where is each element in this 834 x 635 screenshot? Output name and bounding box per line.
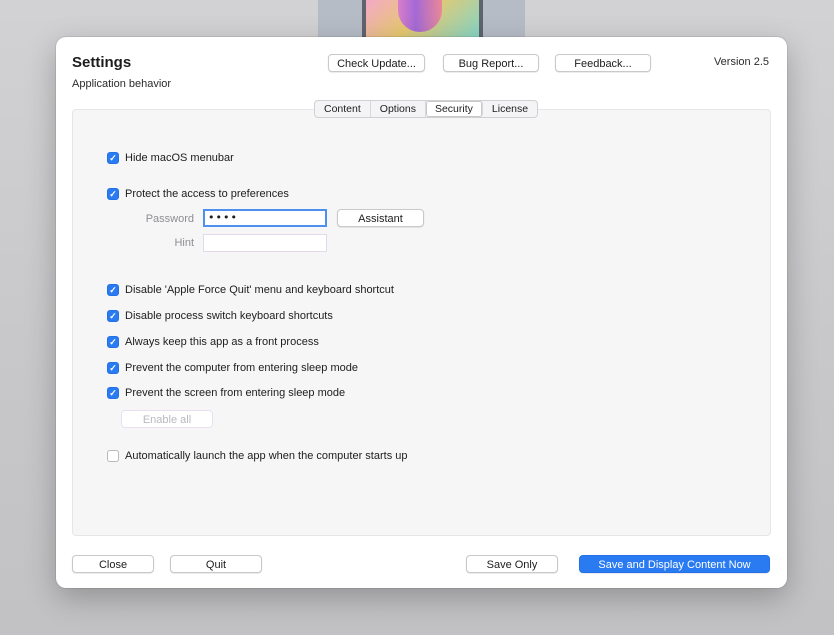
front-process-checkbox[interactable]: ✓	[107, 336, 119, 348]
prevent-screen-sleep-option[interactable]: ✓ Prevent the screen from entering sleep…	[107, 386, 345, 400]
window-title: Settings	[72, 54, 132, 71]
tab-license[interactable]: License	[483, 101, 537, 117]
checkmark-icon: ✓	[109, 311, 117, 321]
auto-launch-checkbox[interactable]	[107, 450, 119, 462]
checkmark-icon: ✓	[109, 189, 117, 199]
auto-launch-option[interactable]: Automatically launch the app when the co…	[107, 449, 408, 463]
bug-report-button[interactable]: Bug Report...	[443, 54, 539, 72]
protect-preferences-label: Protect the access to preferences	[125, 188, 289, 200]
tab-security[interactable]: Security	[425, 101, 483, 117]
checkmark-icon: ✓	[109, 337, 117, 347]
disable-force-quit-option[interactable]: ✓ Disable 'Apple Force Quit' menu and ke…	[107, 283, 394, 297]
protect-preferences-checkbox[interactable]: ✓	[107, 188, 119, 200]
hide-menubar-checkbox[interactable]: ✓	[107, 152, 119, 164]
settings-window: Settings Application behavior Check Upda…	[56, 37, 787, 588]
save-only-button[interactable]: Save Only	[466, 555, 558, 573]
quit-button[interactable]: Quit	[170, 555, 262, 573]
prevent-sleep-label: Prevent the computer from entering sleep…	[125, 362, 358, 374]
hint-field[interactable]	[203, 234, 327, 252]
front-process-label: Always keep this app as a front process	[125, 336, 319, 348]
protect-preferences-option[interactable]: ✓ Protect the access to preferences	[107, 187, 289, 201]
window-subtitle: Application behavior	[72, 78, 172, 90]
disable-process-switch-option[interactable]: ✓ Disable process switch keyboard shortc…	[107, 309, 333, 323]
disable-process-switch-checkbox[interactable]: ✓	[107, 310, 119, 322]
hint-label: Hint	[174, 237, 194, 249]
disable-force-quit-checkbox[interactable]: ✓	[107, 284, 119, 296]
assistant-button[interactable]: Assistant	[337, 209, 424, 227]
auto-launch-label: Automatically launch the app when the co…	[125, 450, 408, 462]
version-label: Version 2.5	[713, 56, 769, 68]
disable-force-quit-label: Disable 'Apple Force Quit' menu and keyb…	[125, 284, 394, 296]
enable-all-button[interactable]: Enable all	[121, 410, 213, 428]
check-update-button[interactable]: Check Update...	[328, 54, 425, 72]
hide-menubar-label: Hide macOS menubar	[125, 152, 234, 164]
save-and-display-button[interactable]: Save and Display Content Now	[579, 555, 770, 573]
disable-process-switch-label: Disable process switch keyboard shortcut…	[125, 310, 333, 322]
password-field[interactable]: ••••	[203, 209, 327, 227]
prevent-screen-sleep-label: Prevent the screen from entering sleep m…	[125, 387, 346, 399]
prevent-screen-sleep-checkbox[interactable]: ✓	[107, 387, 119, 399]
checkmark-icon: ✓	[109, 363, 117, 373]
prevent-sleep-checkbox[interactable]: ✓	[107, 362, 119, 374]
front-process-option[interactable]: ✓ Always keep this app as a front proces…	[107, 335, 319, 349]
password-label: Password	[145, 213, 194, 225]
checkmark-icon: ✓	[109, 388, 117, 398]
close-button[interactable]: Close	[72, 555, 154, 573]
tab-options[interactable]: Options	[371, 101, 426, 117]
tab-bar: Content Options Security License	[314, 100, 539, 118]
checkmark-icon: ✓	[109, 153, 117, 163]
feedback-button[interactable]: Feedback...	[555, 54, 651, 72]
hide-menubar-option[interactable]: ✓ Hide macOS menubar	[107, 151, 234, 165]
checkmark-icon: ✓	[109, 285, 117, 295]
tab-content[interactable]: Content	[315, 101, 371, 117]
prevent-sleep-option[interactable]: ✓ Prevent the computer from entering sle…	[107, 361, 358, 375]
